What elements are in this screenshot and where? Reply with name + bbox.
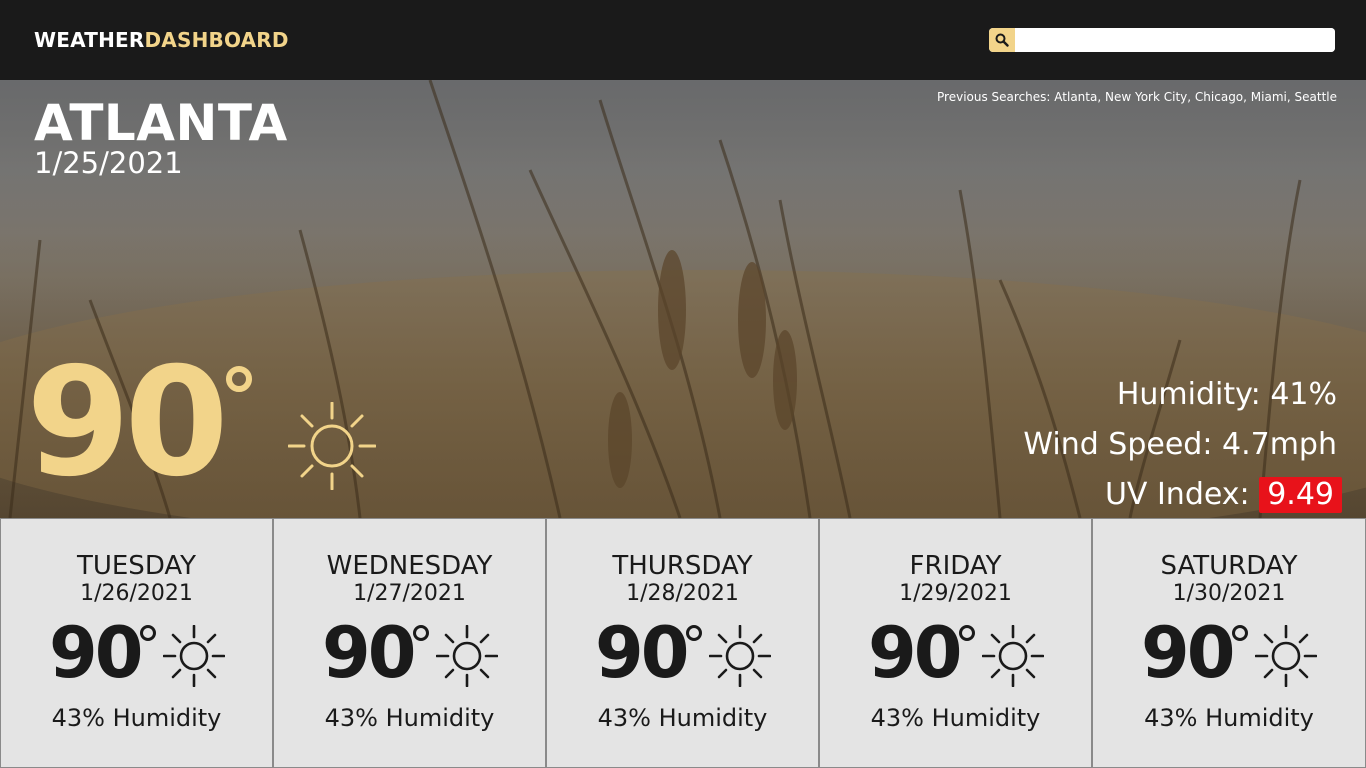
forecast-humidity: 43% Humidity <box>324 704 495 732</box>
current-date: 1/25/2021 <box>34 146 183 180</box>
forecast-humidity: 43% Humidity <box>870 704 1041 732</box>
forecast-temperature: 90 <box>595 612 689 694</box>
current-stats: Humidity: 41% Wind Speed: 4.7mph UV Inde… <box>1023 370 1342 518</box>
previous-search-link[interactable]: Chicago <box>1195 90 1243 104</box>
forecast-date: 1/28/2021 <box>626 581 739 606</box>
search-button[interactable] <box>989 28 1015 52</box>
forecast-temperature: 90 <box>1141 612 1235 694</box>
uv-index-badge: 9.49 <box>1259 477 1342 513</box>
humidity-stat: Humidity: 41% <box>1023 370 1337 420</box>
forecast-humidity: 43% Humidity <box>51 704 222 732</box>
app-logo[interactable]: WEATHERDASHBOARD <box>34 28 289 52</box>
wind-speed-label: Wind Speed: <box>1023 427 1213 462</box>
forecast-card: WEDNESDAY 1/27/2021 90 43% Humidity <box>273 518 546 768</box>
sun-icon <box>436 625 498 687</box>
previous-search-link[interactable]: Seattle <box>1295 90 1337 104</box>
forecast-temp-row: 90 <box>1093 617 1365 689</box>
forecast-temp-row: 90 <box>547 617 818 689</box>
logo-dashboard-text: DASHBOARD <box>144 28 289 52</box>
uv-index-stat: UV Index: 9.49 <box>1023 470 1342 518</box>
previous-search-link[interactable]: Atlanta <box>1054 90 1097 104</box>
forecast-date: 1/30/2021 <box>1172 581 1286 606</box>
degree-symbol <box>959 625 975 641</box>
sun-icon <box>709 625 771 687</box>
search-input[interactable] <box>1015 28 1335 52</box>
forecast-day-name: TUESDAY <box>76 551 197 581</box>
forecast-temperature: 90 <box>49 612 143 694</box>
forecast-date: 1/26/2021 <box>80 581 193 606</box>
forecast-card: TUESDAY 1/26/2021 90 43% Humidity <box>0 518 273 768</box>
sun-icon <box>163 625 225 687</box>
forecast-day-name: SATURDAY <box>1160 551 1298 581</box>
top-bar: WEATHERDASHBOARD <box>0 0 1366 80</box>
forecast-day-name: WEDNESDAY <box>326 551 493 581</box>
previous-searches-label: Previous Searches: <box>937 90 1051 104</box>
humidity-value: 41% <box>1270 377 1337 412</box>
five-day-forecast: TUESDAY 1/26/2021 90 43% Humidity WEDNES… <box>0 518 1366 768</box>
degree-symbol <box>1232 625 1248 641</box>
previous-searches: Previous Searches: Atlanta, New York Cit… <box>937 90 1337 104</box>
forecast-date: 1/29/2021 <box>899 581 1012 606</box>
forecast-date: 1/27/2021 <box>353 581 466 606</box>
wind-speed-value: 4.7mph <box>1222 427 1337 462</box>
logo-weather-text: WEATHER <box>34 28 145 52</box>
forecast-day-name: FRIDAY <box>909 551 1002 581</box>
degree-symbol <box>140 625 156 641</box>
forecast-card: SATURDAY 1/30/2021 90 43% Humidity <box>1092 518 1366 768</box>
sun-icon <box>1255 625 1317 687</box>
uv-index-label: UV Index: <box>1104 477 1250 512</box>
degree-symbol <box>413 625 429 641</box>
forecast-temp-row: 90 <box>274 617 545 689</box>
forecast-day-name: THURSDAY <box>612 551 753 581</box>
forecast-humidity: 43% Humidity <box>597 704 768 732</box>
forecast-temperature: 90 <box>868 612 962 694</box>
current-weather-panel: ATLANTA 1/25/2021 Previous Searches: Atl… <box>0 80 1366 518</box>
current-temperature: 90 <box>26 336 229 510</box>
forecast-temp-row: 90 <box>1 617 272 689</box>
city-name: ATLANTA <box>34 94 288 152</box>
previous-search-link[interactable]: New York City <box>1105 90 1187 104</box>
wind-speed-stat: Wind Speed: 4.7mph <box>1023 420 1337 470</box>
sun-icon <box>982 625 1044 687</box>
forecast-humidity: 43% Humidity <box>1144 704 1314 732</box>
degree-symbol <box>226 366 252 392</box>
degree-symbol <box>686 625 702 641</box>
forecast-card: THURSDAY 1/28/2021 90 43% Humidity <box>546 518 819 768</box>
search-bar <box>989 28 1335 52</box>
search-icon <box>995 33 1009 47</box>
sun-icon <box>288 402 376 490</box>
forecast-card: FRIDAY 1/29/2021 90 43% Humidity <box>819 518 1092 768</box>
forecast-temp-row: 90 <box>820 617 1091 689</box>
forecast-temperature: 90 <box>322 612 416 694</box>
humidity-label: Humidity: <box>1116 377 1261 412</box>
previous-search-link[interactable]: Miami <box>1251 90 1287 104</box>
